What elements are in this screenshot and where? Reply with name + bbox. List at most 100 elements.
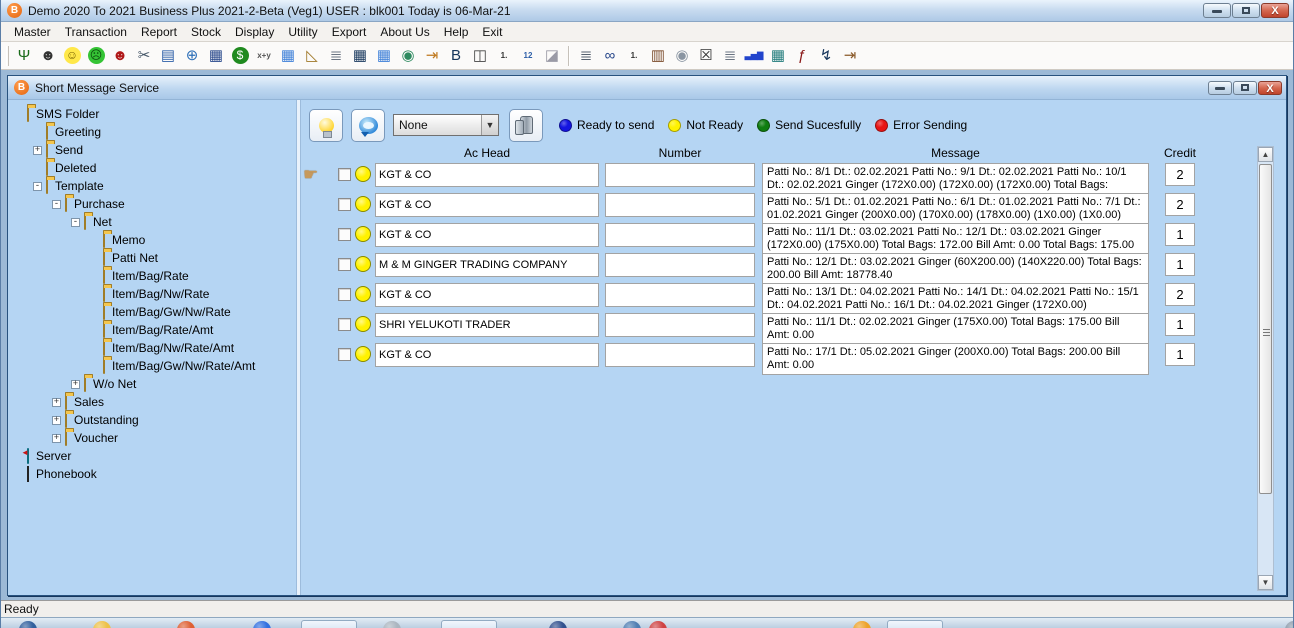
ac-head-field[interactable]: SHRI YELUKOTI TRADER <box>375 313 599 337</box>
menu-item-report[interactable]: Report <box>134 23 184 41</box>
tree-item-item-bag-nw-rate-amt[interactable]: Item/Bag/Nw/Rate/Amt <box>12 339 296 357</box>
ac-head-field[interactable]: M & M GINGER TRADING COMPANY <box>375 253 599 277</box>
tree-item-item-bag-rate-amt[interactable]: Item/Bag/Rate/Amt <box>12 321 296 339</box>
menu-item-exit[interactable]: Exit <box>475 23 509 41</box>
close-button[interactable]: X <box>1261 3 1289 18</box>
sms-close-button[interactable]: X <box>1258 81 1282 95</box>
explorer-button[interactable] <box>441 620 497 628</box>
tree-item-patti-net[interactable]: Patti Net <box>12 249 296 267</box>
red-app-icon[interactable] <box>649 621 667 628</box>
ac-head-field[interactable]: KGT & CO <box>375 223 599 247</box>
menu-item-about-us[interactable]: About Us <box>373 23 436 41</box>
row-checkbox[interactable] <box>338 288 351 301</box>
sms-minimize-button[interactable] <box>1208 81 1232 95</box>
ac-head-field[interactable]: KGT & CO <box>375 343 599 367</box>
message-field[interactable]: Patti No.: 11/1 Dt.: 02.02.2021 Ginger (… <box>762 313 1149 345</box>
tree-item-sales[interactable]: +Sales <box>12 393 296 411</box>
eraser-button[interactable]: ◪ <box>540 44 564 68</box>
menu-item-stock[interactable]: Stock <box>184 23 228 41</box>
book-open-button[interactable]: ◫ <box>468 44 492 68</box>
lamp-button[interactable] <box>309 109 343 142</box>
tree-item-item-bag-gw-nw-rate[interactable]: Item/Bag/Gw/Nw/Rate <box>12 303 296 321</box>
browser-icon[interactable] <box>177 621 195 628</box>
binoculars-button[interactable]: ∞ <box>598 44 622 68</box>
vertical-scrollbar[interactable]: ▲ ▼ <box>1257 146 1274 591</box>
export-folder-button[interactable]: ⇥ <box>420 44 444 68</box>
expand-plus-icon[interactable]: + <box>52 398 61 407</box>
start-orb-icon[interactable] <box>19 621 37 628</box>
active-app-button[interactable] <box>301 620 357 628</box>
menu-item-utility[interactable]: Utility <box>281 23 324 41</box>
expand-plus-icon[interactable]: + <box>33 146 42 155</box>
collapse-minus-icon[interactable]: - <box>52 200 61 209</box>
number-field[interactable] <box>605 283 755 307</box>
expand-plus-icon[interactable]: + <box>71 380 80 389</box>
ac-head-field[interactable]: KGT & CO <box>375 193 599 217</box>
row-checkbox[interactable] <box>338 228 351 241</box>
number-field[interactable] <box>605 343 755 367</box>
ac-head-field[interactable]: KGT & CO <box>375 163 599 187</box>
tree-item-phonebook[interactable]: Phonebook <box>12 465 296 483</box>
database-copy-button[interactable]: ≣ <box>324 44 348 68</box>
tree-item-purchase[interactable]: -Purchase <box>12 195 296 213</box>
link-add-button[interactable]: ⊕ <box>180 44 204 68</box>
bold-button[interactable]: B <box>444 44 468 68</box>
tree-item-sms-folder[interactable]: SMS Folder <box>12 105 296 123</box>
tree-item-item-bag-gw-nw-rate-amt[interactable]: Item/Bag/Gw/Nw/Rate/Amt <box>12 357 296 375</box>
tray-box-icon[interactable] <box>1285 621 1293 628</box>
menu-item-transaction[interactable]: Transaction <box>58 23 134 41</box>
flame-app-icon[interactable] <box>853 621 871 628</box>
tree-item-outstanding[interactable]: +Outstanding <box>12 411 296 429</box>
document-chart-button[interactable]: ▤ <box>156 44 180 68</box>
message-field[interactable]: Patti No.: 12/1 Dt.: 03.02.2021 Ginger (… <box>762 253 1149 285</box>
row-checkbox[interactable] <box>338 318 351 331</box>
paint-button[interactable] <box>887 620 943 628</box>
page-one-button[interactable]: 1. <box>622 44 646 68</box>
filter-dropdown[interactable]: None ▼ <box>393 114 499 136</box>
server-stack-button[interactable]: ≣ <box>718 44 742 68</box>
scroll-up-icon[interactable]: ▲ <box>1258 147 1273 162</box>
row-checkbox[interactable] <box>338 168 351 181</box>
palm-tree-button[interactable]: Ψ <box>12 44 36 68</box>
tree-item-send[interactable]: +Send <box>12 141 296 159</box>
running-man-button[interactable]: ↯ <box>814 44 838 68</box>
menu-item-export[interactable]: Export <box>325 23 374 41</box>
tree-item-net[interactable]: -Net <box>12 213 296 231</box>
tree-item-item-bag-nw-rate[interactable]: Item/Bag/Nw/Rate <box>12 285 296 303</box>
function-button[interactable]: ƒ <box>790 44 814 68</box>
calculator-button[interactable]: ▦ <box>766 44 790 68</box>
menu-item-master[interactable]: Master <box>7 23 58 41</box>
scroll-down-icon[interactable]: ▼ <box>1258 575 1273 590</box>
page-number-button[interactable]: 1. <box>492 44 516 68</box>
number-field[interactable] <box>605 163 755 187</box>
sad-face-button[interactable]: ☹ <box>84 44 108 68</box>
table-light-button[interactable]: ▦ <box>372 44 396 68</box>
folder-icon[interactable] <box>93 621 111 628</box>
scissors-button[interactable]: ✂ <box>132 44 156 68</box>
globe-truck-button[interactable]: ◉ <box>396 44 420 68</box>
minimize-button[interactable] <box>1203 3 1231 18</box>
comment-button[interactable]: ◉ <box>670 44 694 68</box>
money-bag-button[interactable]: $ <box>228 44 252 68</box>
happy-face-button[interactable]: ☺ <box>60 44 84 68</box>
number-field[interactable] <box>605 253 755 277</box>
message-field[interactable]: Patti No.: 17/1 Dt.: 05.02.2021 Ginger (… <box>762 343 1149 375</box>
ac-head-field[interactable]: KGT & CO <box>375 283 599 307</box>
exit-door-button[interactable]: ⇥ <box>838 44 862 68</box>
row-checkbox[interactable] <box>338 348 351 361</box>
expand-plus-icon[interactable]: + <box>52 434 61 443</box>
sms-maximize-button[interactable] <box>1233 81 1257 95</box>
user-hat-button[interactable]: ☻ <box>36 44 60 68</box>
bar-chart-button[interactable]: ▃▅▇ <box>742 44 766 68</box>
number-field[interactable] <box>605 313 755 337</box>
delete-button[interactable] <box>509 109 543 142</box>
menu-item-display[interactable]: Display <box>228 23 281 41</box>
keyboard-app-icon[interactable] <box>383 621 401 628</box>
app-dot-icon[interactable] <box>253 621 271 628</box>
protractor-button[interactable]: ◺ <box>300 44 324 68</box>
calendar-button[interactable]: ▦ <box>276 44 300 68</box>
tree-item-voucher[interactable]: +Voucher <box>12 429 296 447</box>
tree-item-greeting[interactable]: Greeting <box>12 123 296 141</box>
number-field[interactable] <box>605 223 755 247</box>
menu-item-help[interactable]: Help <box>437 23 476 41</box>
